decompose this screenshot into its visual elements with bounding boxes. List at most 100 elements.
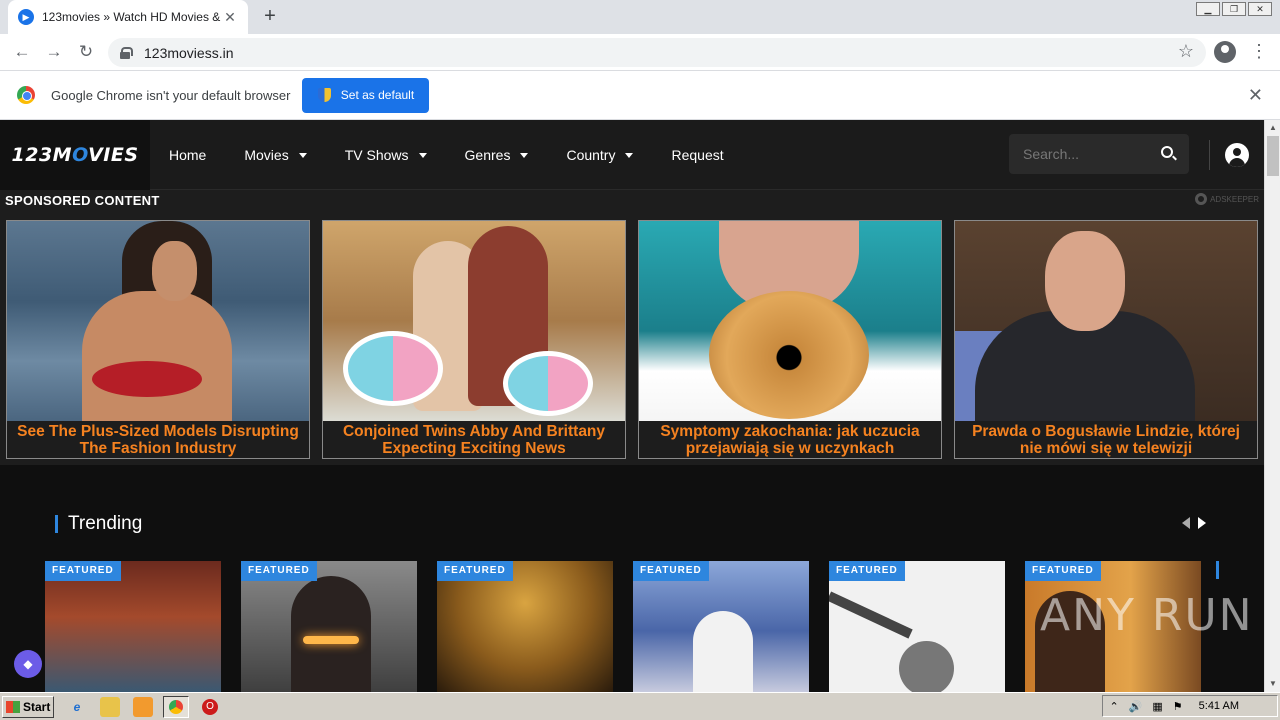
main-nav: Home Movies TV Shows Genres Country Requ… <box>150 120 743 190</box>
system-tray: ⌃ 🔊 ▦ ⚑ 5:41 AM <box>1102 695 1278 717</box>
nav-country[interactable]: Country <box>547 147 652 163</box>
tab-title: 123movies » Watch HD Movies & TV <box>42 10 222 24</box>
page-scrollbar[interactable]: ▲ ▼ <box>1264 120 1280 692</box>
back-button[interactable]: ← <box>10 41 34 65</box>
carousel-prev-icon[interactable] <box>1182 517 1190 529</box>
carousel-next-icon[interactable] <box>1198 517 1206 529</box>
sponsored-section: SPONSORED CONTENT ADSKEEPER See The Plus… <box>0 190 1264 465</box>
clock: 5:41 AM <box>1198 700 1239 712</box>
sponsored-card[interactable]: Conjoined Twins Abby And Brittany Expect… <box>322 220 626 459</box>
user-account-icon[interactable] <box>1225 143 1249 167</box>
sponsored-caption: Conjoined Twins Abby And Brittany Expect… <box>342 422 606 457</box>
tab-close-icon[interactable]: ✕ <box>222 9 238 26</box>
page-viewport: 123MOVIES Home Movies TV Shows Genres Co… <box>0 120 1264 692</box>
chrome-taskbar-button[interactable] <box>163 695 189 718</box>
close-window-button[interactable]: ✕ <box>1248 2 1272 16</box>
featured-badge: FEATURED <box>1025 561 1101 581</box>
sponsored-image <box>955 221 1257 421</box>
profile-avatar-icon[interactable] <box>1214 41 1236 63</box>
search-box <box>1009 134 1189 174</box>
section-accent-bar <box>55 515 58 533</box>
featured-badge: FEATURED <box>241 561 317 581</box>
sponsored-caption: See The Plus-Sized Models Disrupting The… <box>17 422 299 457</box>
media-player-icon[interactable] <box>133 696 153 717</box>
sponsored-card[interactable]: Symptomy zakochania: jak uczucia przejaw… <box>638 220 942 459</box>
sponsored-image <box>323 221 625 421</box>
window-controls: ▁ ❐ ✕ <box>1196 2 1272 16</box>
carousel-arrows <box>1182 517 1206 529</box>
site-logo[interactable]: 123MOVIES <box>0 120 150 190</box>
search-input[interactable] <box>1023 146 1153 162</box>
default-browser-infobar: Google Chrome isn't your default browser… <box>0 71 1280 120</box>
movie-poster[interactable]: FEATURED <box>241 561 417 692</box>
floating-action-icon[interactable]: ◆ <box>14 650 42 678</box>
featured-badge: FEATURED <box>633 561 709 581</box>
browser-toolbar: ← → ↻ 123moviess.in ☆ ⋮ <box>0 34 1280 71</box>
chrome-icon <box>169 699 183 714</box>
lock-icon <box>120 47 133 59</box>
anyrun-watermark: ANY RUN <box>1040 590 1254 641</box>
adskeeper-logo[interactable]: ADSKEEPER <box>1195 193 1259 205</box>
infobar-message: Google Chrome isn't your default browser <box>51 87 291 103</box>
movie-poster[interactable]: FEATURED <box>829 561 1005 692</box>
nav-request[interactable]: Request <box>652 147 742 163</box>
nav-genres[interactable]: Genres <box>446 147 548 163</box>
sponsored-heading: SPONSORED CONTENT <box>5 193 160 208</box>
minimize-button[interactable]: ▁ <box>1196 2 1220 16</box>
reload-button[interactable]: ↻ <box>74 41 98 65</box>
trending-heading: Trending <box>68 513 143 534</box>
nav-home[interactable]: Home <box>150 147 225 163</box>
forward-button[interactable]: → <box>42 41 66 65</box>
network-icon[interactable]: ▦ <box>1152 700 1162 713</box>
chrome-logo-icon <box>17 86 35 104</box>
chevron-down-icon <box>418 152 427 158</box>
adskeeper-icon <box>1195 193 1208 205</box>
sponsored-image <box>639 221 941 421</box>
trending-section: Trending FEATURED FEATURED FEATURED FEAT… <box>0 465 1264 692</box>
tray-expand-icon[interactable]: ⌃ <box>1109 700 1118 713</box>
featured-badge: FEATURED <box>437 561 513 581</box>
folder-icon[interactable] <box>100 696 120 717</box>
featured-badge: FEATURED <box>829 561 905 581</box>
header-divider <box>1209 140 1210 170</box>
logo-text: 123MOVIES <box>11 144 139 166</box>
sponsored-caption: Symptomy zakochania: jak uczucia przejaw… <box>660 422 920 457</box>
sponsored-caption: Prawda o Bogusławie Lindzie, której nie … <box>972 422 1240 457</box>
opera-icon[interactable]: O <box>202 698 218 715</box>
featured-badge: FEATURED <box>45 561 121 581</box>
browser-tab[interactable]: ▶ 123movies » Watch HD Movies & TV ✕ <box>8 0 248 34</box>
scroll-thumb[interactable] <box>1267 136 1279 176</box>
new-tab-button[interactable]: + <box>258 5 282 29</box>
nav-movies[interactable]: Movies <box>225 147 325 163</box>
sponsored-card[interactable]: Prawda o Bogusławie Lindzie, której nie … <box>954 220 1258 459</box>
start-button[interactable]: Start <box>2 695 54 718</box>
chevron-down-icon <box>298 152 307 158</box>
chrome-menu-icon[interactable]: ⋮ <box>1250 41 1268 63</box>
volume-icon[interactable]: 🔊 <box>1129 700 1143 713</box>
flag-icon[interactable]: ⚑ <box>1173 700 1183 713</box>
movie-poster[interactable]: FEATURED <box>45 561 221 692</box>
nav-tv-shows[interactable]: TV Shows <box>326 147 446 163</box>
scroll-up-icon[interactable]: ▲ <box>1265 120 1280 136</box>
site-header: 123MOVIES Home Movies TV Shows Genres Co… <box>0 120 1264 190</box>
sponsored-card[interactable]: See The Plus-Sized Models Disrupting The… <box>6 220 310 459</box>
windows-taskbar: Start e O ⌃ 🔊 ▦ ⚑ 5:41 AM <box>0 692 1280 720</box>
next-poster-edge <box>1216 561 1219 579</box>
shield-icon <box>317 88 331 102</box>
internet-explorer-icon[interactable]: e <box>67 696 87 717</box>
tab-strip: ▶ 123movies » Watch HD Movies & TV ✕ + ▁… <box>0 0 1280 34</box>
scroll-down-icon[interactable]: ▼ <box>1265 676 1280 692</box>
chevron-down-icon <box>625 152 634 158</box>
movie-poster[interactable]: FEATURED <box>633 561 809 692</box>
restore-button[interactable]: ❐ <box>1222 2 1246 16</box>
infobar-close-icon[interactable]: ✕ <box>1248 85 1263 106</box>
movie-poster[interactable]: FEATURED <box>437 561 613 692</box>
bookmark-star-icon[interactable]: ☆ <box>1178 41 1194 62</box>
url-text: 123moviess.in <box>144 44 234 61</box>
set-as-default-label: Set as default <box>340 88 415 102</box>
address-bar[interactable]: 123moviess.in ☆ <box>108 38 1206 67</box>
set-as-default-button[interactable]: Set as default <box>302 77 430 113</box>
chevron-down-icon <box>520 152 529 158</box>
search-icon[interactable] <box>1161 146 1173 158</box>
windows-flag-icon <box>6 700 20 713</box>
